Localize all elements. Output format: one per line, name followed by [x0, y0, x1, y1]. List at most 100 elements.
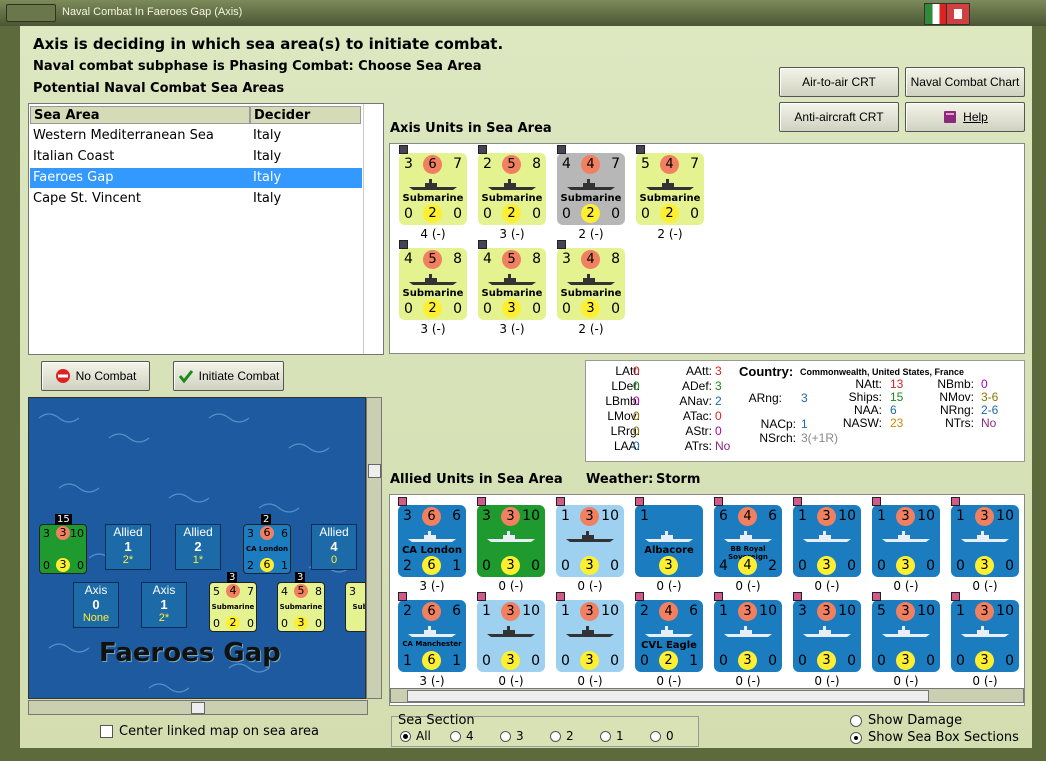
mini-torpedo: 4 — [226, 584, 240, 598]
unit-counter[interactable]: 1 3 10 0 3 0 — [872, 505, 940, 577]
unit-counter[interactable]: 5 4 7 Submarine 0 2 0 — [636, 153, 704, 225]
sea-section-radio[interactable] — [600, 730, 611, 742]
unit-status: 2 (-) — [578, 227, 604, 241]
naval-combat-chart-button[interactable]: Naval Combat Chart — [905, 67, 1025, 97]
unit-marker-icon — [478, 240, 487, 249]
mini-aa: 0 — [315, 617, 322, 630]
unit-counter[interactable]: 1 3 10 0 3 0 — [951, 505, 1019, 577]
unit-counter[interactable]: 1 3 10 0 3 0 — [556, 505, 624, 577]
map-hscroll-thumb[interactable] — [191, 702, 205, 714]
map-vertical-scrollbar[interactable] — [366, 397, 382, 699]
ship-silhouette-icon — [564, 624, 616, 638]
no-combat-button[interactable]: No Combat — [41, 361, 150, 391]
sea-section-option[interactable]: 4 — [450, 729, 474, 743]
mini-attack: 3 — [43, 527, 50, 540]
unit-counter[interactable]: 3 3 10 0 3 0 — [477, 505, 545, 577]
show-sea-box-option[interactable]: Show Sea Box Sections — [850, 730, 1019, 745]
sea-section-option[interactable]: 2 — [550, 729, 574, 743]
unit-marker-icon — [872, 497, 881, 506]
unit-counter[interactable]: 1 3 10 0 3 0 — [793, 505, 861, 577]
table-row[interactable]: Cape St. Vincent Italy — [30, 189, 362, 209]
attack-factor: 3 — [403, 508, 412, 524]
unit-status: 0 (-) — [814, 674, 840, 688]
unit-counter[interactable]: 3 3 10 0 3 0 — [793, 600, 861, 672]
mini-unit-counter[interactable]: 5 4 7 Submarine 0 2 0 — [209, 582, 257, 632]
system-menu-button[interactable] — [6, 4, 56, 22]
unit-counter[interactable]: 4 5 8 Submarine 0 2 0 — [399, 248, 467, 320]
torpedo-factor: 6 — [423, 155, 442, 174]
sea-box-allied[interactable]: Allied 4 0 — [311, 524, 357, 570]
defense-factor: 0 — [640, 653, 649, 669]
table-row[interactable]: Italian Coast Italy — [30, 147, 362, 167]
unit-counter[interactable]: 3 4 8 Submarine 0 3 0 — [557, 248, 625, 320]
unit-counter[interactable]: 4 4 7 Submarine 0 2 0 — [557, 153, 625, 225]
unit-counter[interactable]: 2 5 8 Submarine 0 2 0 — [478, 153, 546, 225]
sea-section-option[interactable]: 3 — [500, 729, 524, 743]
aa-factor: 0 — [610, 653, 619, 669]
sea-area-map[interactable]: Allied 1 2* Allied 2 1* Allied 4 0 Axis 0 None Axis 1… — [28, 397, 366, 699]
initiate-combat-button[interactable]: Initiate Combat — [173, 361, 284, 391]
allied-hscroll-thumb[interactable] — [407, 690, 929, 702]
air-to-air-crt-button[interactable]: Air-to-air CRT — [779, 67, 899, 97]
movement-factor: 3 — [501, 651, 520, 670]
mini-unit-counter[interactable]: 3 Submari — [345, 582, 365, 632]
sea-box-allied[interactable]: Allied 2 1* — [175, 524, 221, 570]
unit-counter[interactable]: 1 Albacore 3 — [635, 505, 703, 577]
unit-counter[interactable]: 4 5 8 Submarine 0 3 0 — [478, 248, 546, 320]
show-sea-box-radio[interactable] — [850, 731, 862, 744]
naval-stat-labels: NAtt: Ships: NAA: NASW: — [842, 377, 882, 430]
unit-counter[interactable]: 646BB Royal Sovereign442 — [714, 505, 782, 577]
nbmb-value: 0 — [981, 377, 988, 391]
map-vscroll-thumb[interactable] — [368, 464, 381, 478]
unit-counter[interactable]: 2 4 6 CVL Eagle 0 2 1 — [635, 600, 703, 672]
torpedo-factor: 3 — [580, 507, 599, 526]
defense-factor: 1 — [403, 653, 412, 669]
range-factor: 10 — [838, 508, 856, 524]
unit-marker-icon — [556, 592, 565, 601]
table-row[interactable]: Faeroes Gap Italy — [30, 168, 362, 188]
sea-section-option[interactable]: 0 — [650, 729, 674, 743]
range-factor: 10 — [996, 603, 1014, 619]
sea-box-allied[interactable]: Allied 1 2* — [105, 524, 151, 570]
torpedo-factor: 4 — [738, 507, 757, 526]
mini-torpedo: 3 — [56, 526, 70, 540]
center-linked-checkbox-row[interactable]: Center linked map on sea area — [100, 724, 319, 739]
unit-counter[interactable]: 5 3 10 0 3 0 — [872, 600, 940, 672]
attack-factor: 1 — [640, 508, 649, 524]
unit-counter[interactable]: 1 3 10 0 3 0 — [477, 600, 545, 672]
allied-horizontal-scrollbar[interactable] — [390, 688, 1024, 703]
sea-area-cell: Faeroes Gap — [33, 170, 114, 185]
mini-unit-counter[interactable]: 3 3 10 0 3 0 — [39, 524, 87, 574]
center-linked-checkbox[interactable] — [100, 725, 113, 738]
mini-unit-counter[interactable]: 4 5 8 Submarine 0 3 0 — [277, 582, 325, 632]
unit-counter[interactable]: 3 6 7 Submarine 0 2 0 — [399, 153, 467, 225]
unit-marker-icon — [477, 592, 486, 601]
sea-section-option[interactable]: All — [400, 729, 431, 743]
show-damage-radio[interactable] — [850, 714, 862, 727]
sea-section-radio[interactable] — [550, 730, 561, 742]
unit-counter[interactable]: 1 3 10 0 3 0 — [951, 600, 1019, 672]
unit-marker-icon — [872, 592, 881, 601]
mini-defense: 0 — [213, 617, 220, 630]
help-button[interactable]: Help — [905, 102, 1025, 132]
unit-counter[interactable]: 2 6 6 CA Manchester 1 6 1 — [398, 600, 466, 672]
sea-section-radio[interactable] — [450, 730, 461, 742]
sea-section-radio[interactable] — [650, 730, 661, 742]
table-row[interactable]: Western Mediterranean Sea Italy — [30, 126, 362, 146]
sea-box-axis[interactable]: Axis 0 None — [73, 582, 119, 628]
show-damage-option[interactable]: Show Damage — [850, 713, 962, 728]
unit-counter[interactable]: 3 6 6 CA London 2 6 1 — [398, 505, 466, 577]
anti-aircraft-crt-button[interactable]: Anti-aircraft CRT — [779, 102, 899, 132]
mini-unit-counter[interactable]: 3 6 6 CA London 2 6 1 — [243, 524, 291, 574]
column-header-decider[interactable]: Decider — [250, 106, 361, 124]
unit-counter[interactable]: 1 3 10 0 3 0 — [556, 600, 624, 672]
sea-section-radio[interactable] — [500, 730, 511, 742]
sea-box-axis[interactable]: Axis 1 2* — [141, 582, 187, 628]
sea-section-radio[interactable] — [400, 730, 411, 742]
column-header-sea-area[interactable]: Sea Area — [30, 106, 250, 124]
unit-counter[interactable]: 1 3 10 0 3 0 — [714, 600, 782, 672]
map-horizontal-scrollbar[interactable] — [28, 700, 368, 715]
ship-silhouette-icon — [406, 529, 458, 543]
mini-movement: 3 — [56, 558, 70, 572]
sea-section-option[interactable]: 1 — [600, 729, 624, 743]
